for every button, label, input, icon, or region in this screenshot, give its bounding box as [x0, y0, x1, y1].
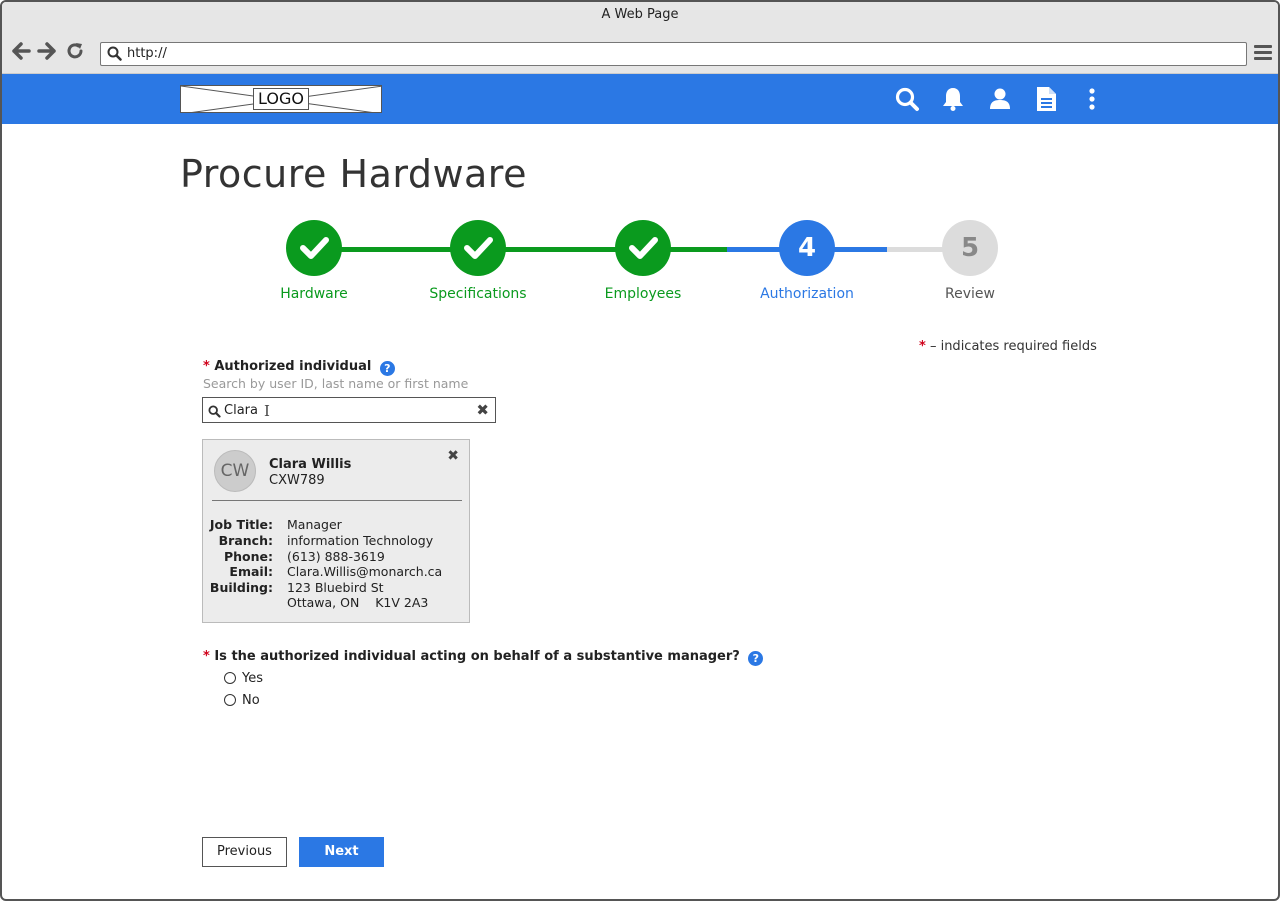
detail-key: Branch: — [218, 533, 273, 548]
browser-window: A Web Page http:// LOGO Procure Hardware… — [0, 0, 1280, 901]
close-icon[interactable]: ✖ — [447, 448, 459, 464]
radio-no[interactable]: No — [224, 693, 260, 708]
previous-button[interactable]: Previous — [202, 837, 287, 867]
progress-stepper: Hardware Specifications Employees 4 Auth… — [2, 220, 1278, 310]
detail-key: Building: — [209, 580, 273, 595]
user-icon[interactable] — [987, 86, 1013, 112]
url-text: http:// — [127, 46, 167, 61]
search-icon — [208, 403, 221, 422]
reload-icon[interactable] — [64, 40, 86, 62]
radio-button[interactable] — [224, 672, 236, 684]
radio-yes[interactable]: Yes — [224, 671, 263, 686]
detail-key: Phone: — [223, 549, 273, 564]
step-number: 4 — [779, 220, 835, 276]
browser-toolbar: http:// — [2, 30, 1278, 74]
person-name: Clara Willis — [269, 457, 352, 472]
step-number: 5 — [942, 220, 998, 276]
check-icon — [286, 220, 342, 276]
forward-arrow-icon[interactable] — [36, 40, 58, 62]
radio-button[interactable] — [224, 694, 236, 706]
step-specifications[interactable]: Specifications — [398, 220, 558, 302]
step-label: Employees — [604, 286, 682, 302]
step-authorization[interactable]: 4 Authorization — [727, 220, 887, 302]
step-employees[interactable]: Employees — [563, 220, 723, 302]
divider — [212, 500, 462, 501]
required-star: * — [203, 359, 210, 374]
app-header: LOGO — [2, 74, 1278, 124]
search-icon[interactable] — [894, 86, 920, 112]
radio-label: Yes — [242, 671, 263, 686]
hamburger-menu-icon[interactable] — [1254, 45, 1272, 61]
authorized-individual-search[interactable]: I ✖ — [202, 397, 496, 423]
required-star: * — [203, 649, 210, 664]
detail-key: Email: — [229, 564, 273, 579]
detail-value: Clara.Willis@monarch.ca — [287, 564, 443, 579]
step-review[interactable]: 5 Review — [890, 220, 1050, 302]
check-icon — [450, 220, 506, 276]
step-label: Authorization — [760, 286, 854, 302]
more-vertical-icon[interactable] — [1079, 86, 1105, 112]
logo-text: LOGO — [253, 88, 309, 110]
person-card: CW Clara Willis CXW789 ✖ Job Title: Mana… — [202, 439, 470, 623]
detail-value: (613) 888-3619 — [287, 549, 385, 564]
document-icon[interactable] — [1033, 86, 1059, 112]
required-fields-note: * – indicates required fields — [919, 339, 1097, 354]
detail-key: Job Title: — [209, 517, 273, 532]
step-label: Specifications — [429, 286, 527, 302]
person-user-id: CXW789 — [269, 473, 325, 488]
window-title: A Web Page — [2, 2, 1278, 30]
clear-icon[interactable]: ✖ — [476, 402, 489, 418]
field-hint: Search by user ID, last name or first na… — [203, 376, 469, 391]
step-hardware[interactable]: Hardware — [234, 220, 394, 302]
url-bar[interactable]: http:// — [100, 42, 1247, 66]
help-icon[interactable]: ? — [379, 361, 395, 376]
help-icon[interactable]: ? — [748, 651, 764, 666]
back-arrow-icon[interactable] — [10, 40, 32, 62]
substantive-manager-question: * Is the authorized individual acting on… — [203, 649, 764, 666]
authorized-individual-label: * Authorized individual ? — [203, 359, 395, 376]
required-note-text: – indicates required fields — [929, 339, 1097, 354]
logo[interactable]: LOGO — [180, 85, 382, 113]
search-input[interactable] — [224, 400, 464, 420]
detail-value: Manager — [287, 517, 342, 532]
check-icon — [615, 220, 671, 276]
step-label: Review — [945, 286, 995, 302]
search-icon — [107, 46, 122, 69]
step-label: Hardware — [280, 286, 348, 302]
radio-label: No — [242, 693, 260, 708]
detail-value: information Technology — [287, 533, 434, 548]
detail-value: Ottawa, ON K1V 2A3 — [287, 595, 429, 610]
avatar: CW — [214, 450, 256, 492]
text-cursor-icon: I — [264, 402, 270, 420]
page-title: Procure Hardware — [180, 152, 527, 196]
label-text: Authorized individual — [214, 359, 372, 374]
required-star: * — [919, 339, 926, 354]
detail-value: 123 Bluebird St — [287, 580, 384, 595]
next-button[interactable]: Next — [299, 837, 384, 867]
question-text: Is the authorized individual acting on b… — [214, 649, 740, 664]
bell-icon[interactable] — [940, 86, 966, 112]
